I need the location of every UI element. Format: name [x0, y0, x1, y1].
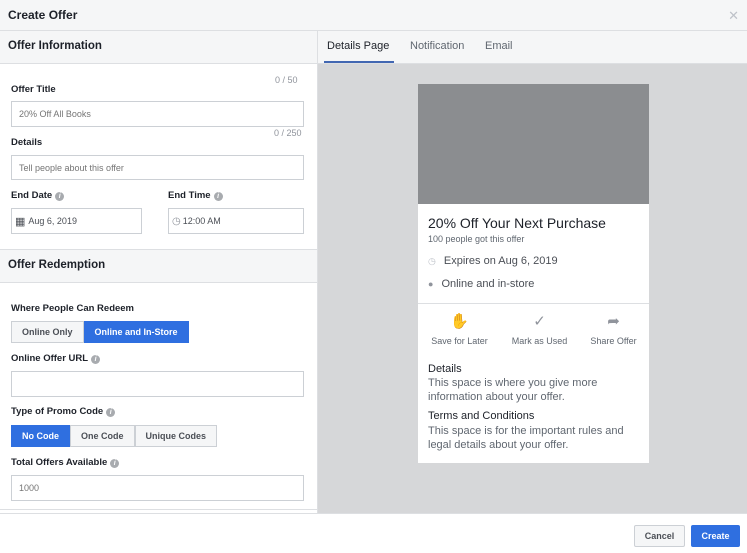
- terms-heading: Terms and Conditions: [428, 410, 535, 422]
- calendar-icon: ▦: [15, 215, 26, 228]
- tab-email[interactable]: Email: [485, 40, 513, 52]
- share-arrow-icon: ➦: [607, 313, 620, 330]
- where-redeem-label: Where People Can Redeem: [11, 303, 135, 314]
- details-input[interactable]: [11, 155, 304, 180]
- preview-tabs: Details Page Notification Email: [318, 31, 747, 64]
- location-text: Online and in-store: [441, 278, 535, 290]
- where-redeem-toggle: Online Only Online and In-Store: [11, 321, 189, 343]
- section-offer-information: Offer Information: [0, 31, 317, 64]
- save-for-later-label: Save for Later: [431, 336, 488, 346]
- section-offer-redemption: Offer Redemption: [0, 249, 317, 283]
- end-time-label: End Time i: [168, 190, 223, 201]
- title-char-count: 0 / 50: [275, 75, 298, 85]
- divider: [0, 509, 317, 510]
- share-offer-button[interactable]: ➦ Share Offer: [575, 312, 652, 346]
- expires-text: Expires on Aug 6, 2019: [443, 255, 558, 267]
- preview-expires: ◷ Expires on Aug 6, 2019: [428, 255, 558, 267]
- total-offers-label-text: Total Offers Available: [11, 457, 108, 468]
- details-heading: Details: [428, 363, 462, 375]
- option-online-and-in-store[interactable]: Online and In-Store: [83, 321, 189, 343]
- offer-preview-card: 20% Off Your Next Purchase 100 people go…: [418, 84, 649, 463]
- dialog-header: Create Offer ✕: [0, 0, 747, 31]
- info-icon[interactable]: i: [55, 192, 65, 201]
- dialog-title: Create Offer: [8, 8, 78, 22]
- divider: [418, 303, 649, 304]
- end-date-value: Aug 6, 2019: [28, 216, 77, 226]
- terms-text: This space is for the important rules an…: [428, 425, 624, 451]
- preview-title: 20% Off Your Next Purchase: [428, 215, 606, 231]
- option-unique-codes[interactable]: Unique Codes: [134, 425, 218, 447]
- info-icon[interactable]: i: [110, 459, 120, 468]
- end-time-input[interactable]: ◷ 12:00 AM: [168, 208, 304, 234]
- close-icon[interactable]: ✕: [728, 8, 739, 24]
- offer-title-label: Offer Title: [11, 84, 56, 95]
- end-date-input[interactable]: ▦ Aug 6, 2019: [11, 208, 142, 234]
- tab-details-page[interactable]: Details Page: [327, 40, 389, 52]
- end-time-value: 12:00 AM: [182, 216, 221, 226]
- save-for-later-button[interactable]: ✋ Save for Later: [421, 312, 498, 346]
- tab-notification[interactable]: Notification: [410, 40, 464, 52]
- online-url-label-text: Online Offer URL: [11, 353, 89, 364]
- promo-code-toggle: No Code One Code Unique Codes: [11, 425, 218, 447]
- online-url-label: Online Offer URL i: [11, 353, 101, 364]
- end-date-label-text: End Date: [11, 190, 53, 201]
- info-icon[interactable]: i: [91, 355, 101, 364]
- promo-code-label-text: Type of Promo Code: [11, 406, 104, 417]
- details-label: Details: [11, 137, 43, 148]
- option-one-code[interactable]: One Code: [70, 425, 135, 447]
- offer-image-placeholder: [418, 84, 649, 204]
- end-date-label: End Date i: [11, 190, 65, 201]
- globe-icon: ●: [428, 279, 434, 289]
- active-tab-indicator: [324, 61, 394, 63]
- create-button[interactable]: Create: [691, 525, 740, 547]
- info-icon[interactable]: i: [213, 192, 223, 201]
- mark-as-used-button[interactable]: ✓ Mark as Used: [501, 312, 578, 346]
- option-online-only[interactable]: Online Only: [11, 321, 84, 343]
- clock-icon: ◷: [428, 256, 436, 266]
- preview-subtitle: 100 people got this offer: [428, 234, 525, 244]
- end-time-label-text: End Time: [168, 190, 211, 201]
- total-offers-label: Total Offers Available i: [11, 457, 120, 468]
- preview-location: ● Online and in-store: [428, 278, 534, 290]
- mark-as-used-label: Mark as Used: [511, 336, 568, 346]
- total-offers-input[interactable]: [11, 475, 304, 501]
- offer-title-input[interactable]: [11, 101, 304, 127]
- save-hand-icon: ✋: [450, 313, 469, 330]
- details-text: This space is where you give more inform…: [428, 377, 598, 403]
- online-url-input[interactable]: [11, 371, 304, 397]
- share-offer-label: Share Offer: [590, 336, 637, 346]
- offer-form-panel: Offer Information 0 / 50 Offer Title 0 /…: [0, 31, 318, 513]
- clock-icon: ◷: [172, 215, 181, 227]
- details-char-count: 0 / 250: [274, 128, 302, 138]
- promo-code-label: Type of Promo Code i: [11, 406, 116, 417]
- cancel-button[interactable]: Cancel: [634, 525, 685, 547]
- dialog-footer: Cancel Create: [0, 513, 747, 553]
- option-no-code[interactable]: No Code: [11, 425, 70, 447]
- info-icon[interactable]: i: [106, 408, 116, 417]
- check-icon: ✓: [533, 313, 546, 330]
